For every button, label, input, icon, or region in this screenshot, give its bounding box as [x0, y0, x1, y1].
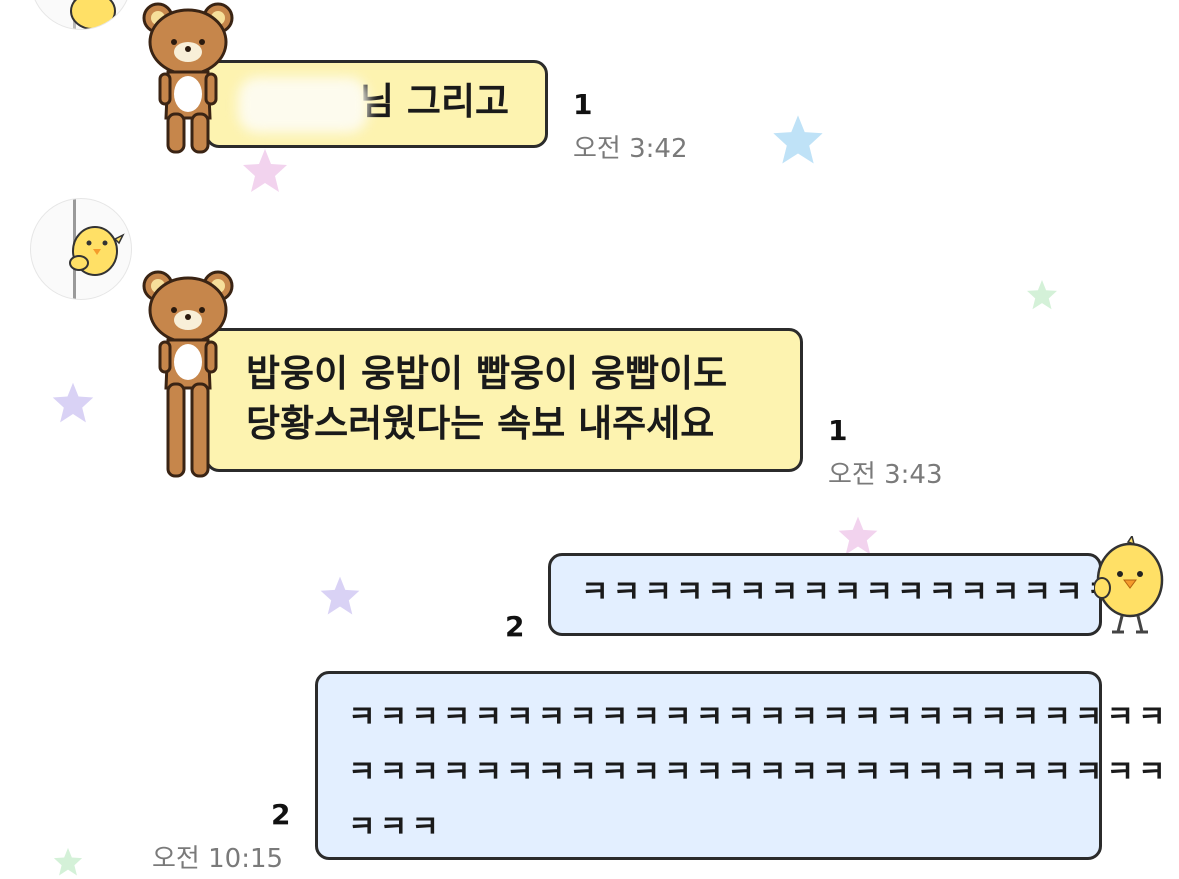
message-time: 오전 3:43: [828, 460, 943, 490]
star-decoration-icon: [52, 382, 94, 423]
star-decoration-icon: [320, 576, 360, 615]
unread-count: 1: [828, 414, 848, 447]
message-time: 오전 10:15: [152, 844, 284, 874]
message-text-line: ㅋㅋㅋ: [348, 810, 443, 845]
outgoing-message-bubble[interactable]: ㅋㅋㅋㅋㅋㅋㅋㅋㅋㅋㅋㅋㅋㅋㅋㅋㅋ: [548, 553, 1119, 636]
message-text-line: ㅋㅋㅋㅋㅋㅋㅋㅋㅋㅋㅋㅋㅋㅋㅋㅋㅋㅋㅋㅋㅋㅋㅋㅋㅋㅋ: [348, 755, 1170, 790]
redacted-name-overlay: [238, 77, 368, 133]
rilakkuma-bear-icon: [142, 2, 234, 154]
chick-peeking-avatar-icon: [69, 199, 125, 299]
message-text-line: ㅋㅋㅋㅋㅋㅋㅋㅋㅋㅋㅋㅋㅋㅋㅋㅋㅋ: [581, 575, 1119, 610]
star-decoration-icon: [838, 516, 878, 555]
kiiroitori-chick-icon: [1094, 536, 1164, 634]
rilakkuma-bear-icon: [142, 270, 234, 478]
chick-peeking-avatar-icon: [70, 0, 116, 29]
unread-count: 2: [271, 798, 291, 831]
sender-avatar[interactable]: [30, 198, 132, 300]
unread-count: 1: [573, 88, 593, 121]
star-decoration-icon: [53, 847, 83, 876]
star-decoration-icon: [243, 149, 287, 192]
incoming-message-bubble[interactable]: 님 그리고: [205, 60, 548, 148]
outgoing-message-bubble[interactable]: ㅋㅋㅋㅋㅋㅋㅋㅋㅋㅋㅋㅋㅋㅋㅋㅋㅋㅋㅋㅋㅋㅋㅋㅋㅋㅋ ㅋㅋㅋㅋㅋㅋㅋㅋㅋㅋㅋㅋㅋ…: [315, 671, 1170, 860]
star-decoration-icon: [1027, 280, 1057, 310]
message-text-line: 당황스러웠다는 속보 내주세요: [246, 402, 715, 445]
message-text-line: 밥웅이 웅밥이 빱웅이 웅빱이도: [246, 352, 728, 395]
unread-count: 2: [505, 610, 525, 643]
star-decoration-icon: [773, 115, 823, 164]
incoming-message-bubble[interactable]: 밥웅이 웅밥이 빱웅이 웅빱이도 당황스러웠다는 속보 내주세요: [205, 328, 803, 472]
message-time: 오전 3:42: [573, 134, 688, 164]
sender-avatar[interactable]: [30, 0, 132, 30]
message-text-line: ㅋㅋㅋㅋㅋㅋㅋㅋㅋㅋㅋㅋㅋㅋㅋㅋㅋㅋㅋㅋㅋㅋㅋㅋㅋㅋ: [348, 700, 1170, 735]
